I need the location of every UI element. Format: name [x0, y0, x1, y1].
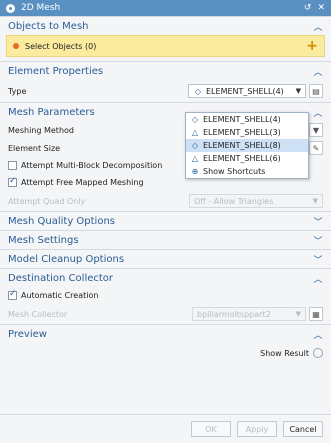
- dropdown-item-selected[interactable]: ◇ ELEMENT_SHELL(8): [186, 139, 308, 152]
- dropdown-item-label: ELEMENT_SHELL(4): [203, 115, 281, 124]
- chevron-up-icon[interactable]: ︿: [313, 106, 323, 119]
- mesh-quality-header[interactable]: Mesh Quality Options ﹀: [0, 212, 331, 230]
- mesh-settings-section: Mesh Settings ﹀: [0, 230, 331, 249]
- type-row: Type ◇ ELEMENT_SHELL(4) ▼ ▤: [0, 80, 331, 102]
- objects-to-mesh-section: Objects to Mesh ︿ Select Objects (0) +: [0, 16, 331, 57]
- cancel-button[interactable]: Cancel: [283, 421, 323, 437]
- select-objects-row[interactable]: Select Objects (0) +: [6, 35, 325, 57]
- mesh-collector-value: bpillarmoltsppart2: [197, 309, 271, 319]
- quad-only-label: Attempt Quad Only: [8, 196, 86, 206]
- automatic-creation-row[interactable]: Automatic Creation: [0, 287, 331, 304]
- chevron-down-icon[interactable]: ﹀: [313, 253, 323, 266]
- gear-icon: [6, 3, 15, 13]
- free-mapped-label: Attempt Free Mapped Meshing: [21, 178, 144, 187]
- element-properties-header[interactable]: Element Properties ︿: [0, 62, 331, 80]
- tria-element-icon: △: [191, 154, 199, 163]
- chevron-down-icon[interactable]: ﹀: [313, 234, 323, 247]
- preview-header[interactable]: Preview ︿: [0, 325, 331, 343]
- select-objects-label: Select Objects (0): [25, 41, 97, 51]
- dropdown-arrow-icon: ▼: [312, 197, 318, 205]
- section-title: Mesh Quality Options: [8, 215, 116, 227]
- ok-button[interactable]: OK: [191, 421, 231, 437]
- mesh-collector-row: Mesh Collector bpillarmoltsppart2 ▼ ▦: [0, 304, 331, 324]
- tria-element-icon: △: [191, 128, 199, 137]
- collector-browse-button[interactable]: ▦: [309, 307, 323, 321]
- section-title: Model Cleanup Options: [8, 253, 125, 265]
- mesh-collector-select[interactable]: bpillarmoltsppart2 ▼: [192, 307, 306, 321]
- model-cleanup-section: Model Cleanup Options ﹀: [0, 249, 331, 268]
- window-title: 2D Mesh: [21, 3, 61, 13]
- mesh-dialog: 2D Mesh ↺ ✕ Objects to Mesh ︿ Select Obj…: [0, 0, 331, 443]
- mesh-settings-header[interactable]: Mesh Settings ﹀: [0, 231, 331, 249]
- section-title: Element Properties: [8, 65, 104, 77]
- type-dropdown-list: ◇ ELEMENT_SHELL(4) △ ELEMENT_SHELL(3) ◇ …: [185, 112, 309, 179]
- dropdown-item-label: ELEMENT_SHELL(6): [203, 154, 281, 163]
- chevron-down-icon[interactable]: ﹀: [313, 215, 323, 228]
- show-result-label[interactable]: Show Result: [260, 349, 309, 358]
- meshing-method-dropdown-arrow-icon[interactable]: ▼: [309, 123, 323, 137]
- quad-only-value: Off - Allow Triangles: [194, 196, 274, 206]
- show-shortcuts-item[interactable]: ⊕ Show Shortcuts: [186, 165, 308, 178]
- destination-collector-header[interactable]: Destination Collector ︿: [0, 269, 331, 287]
- type-label: Type: [8, 86, 27, 96]
- dialog-footer: OK Apply Cancel: [0, 414, 331, 443]
- quad-element-icon: ◇: [194, 86, 202, 96]
- element-type-settings-button[interactable]: ▤: [309, 84, 323, 98]
- show-result-row[interactable]: Show Result: [0, 343, 331, 363]
- dropdown-item[interactable]: ◇ ELEMENT_SHELL(4): [186, 113, 308, 126]
- free-mapped-checkbox[interactable]: [8, 176, 17, 187]
- quad-element-icon: ◇: [191, 141, 199, 150]
- mesh-quality-section: Mesh Quality Options ﹀: [0, 211, 331, 230]
- dropdown-item-label: Show Shortcuts: [203, 167, 266, 176]
- multi-block-label: Attempt Multi-Block Decomposition: [21, 161, 163, 170]
- dropdown-arrow-icon: ▼: [295, 310, 301, 318]
- section-title: Mesh Settings: [8, 234, 79, 246]
- automatic-creation-checkbox[interactable]: [8, 289, 17, 300]
- shortcuts-icon: ⊕: [191, 167, 199, 176]
- close-icon[interactable]: ✕: [317, 3, 325, 13]
- chevron-up-icon[interactable]: ︿: [313, 20, 323, 33]
- chevron-up-icon[interactable]: ︿: [313, 328, 323, 341]
- required-dot-icon: [13, 43, 19, 49]
- quad-element-icon: ◇: [191, 115, 199, 124]
- type-select[interactable]: ◇ ELEMENT_SHELL(4) ▼: [188, 84, 306, 98]
- dropdown-arrow-icon: ▼: [295, 87, 301, 95]
- section-title: Objects to Mesh: [8, 20, 89, 32]
- apply-button[interactable]: Apply: [237, 421, 277, 437]
- section-title: Destination Collector: [8, 272, 114, 284]
- preview-section: Preview ︿ Show Result: [0, 324, 331, 363]
- title-bar[interactable]: 2D Mesh ↺ ✕: [0, 0, 331, 16]
- section-title: Preview: [8, 328, 47, 340]
- element-properties-section: Element Properties ︿ Type ◇ ELEMENT_SHEL…: [0, 61, 331, 102]
- dropdown-item[interactable]: △ ELEMENT_SHELL(6): [186, 152, 308, 165]
- pencil-icon[interactable]: ✎: [309, 141, 323, 155]
- dropdown-item-label: ELEMENT_SHELL(8): [203, 141, 281, 150]
- quad-only-row: Attempt Quad Only Off - Allow Triangles …: [0, 191, 331, 211]
- mesh-collector-label: Mesh Collector: [8, 309, 68, 319]
- objects-to-mesh-header[interactable]: Objects to Mesh ︿: [0, 17, 331, 35]
- chevron-up-icon[interactable]: ︿: [313, 272, 323, 285]
- dropdown-item-label: ELEMENT_SHELL(3): [203, 128, 281, 137]
- add-icon[interactable]: +: [306, 38, 318, 54]
- chevron-up-icon[interactable]: ︿: [313, 65, 323, 78]
- type-value: ELEMENT_SHELL(4): [206, 86, 284, 96]
- multi-block-checkbox[interactable]: [8, 161, 17, 170]
- magnifier-icon[interactable]: [313, 348, 323, 358]
- automatic-creation-label: Automatic Creation: [21, 291, 99, 300]
- dropdown-item[interactable]: △ ELEMENT_SHELL(3): [186, 126, 308, 139]
- reset-icon[interactable]: ↺: [304, 3, 312, 13]
- model-cleanup-header[interactable]: Model Cleanup Options ﹀: [0, 250, 331, 268]
- quad-only-select[interactable]: Off - Allow Triangles ▼: [189, 194, 323, 208]
- destination-collector-section: Destination Collector ︿ Automatic Creati…: [0, 268, 331, 324]
